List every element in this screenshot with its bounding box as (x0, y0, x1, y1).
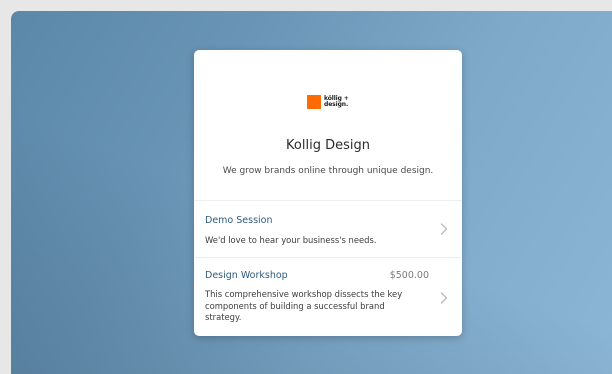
business-title: Kollig Design (286, 138, 370, 153)
chevron-right-icon (440, 292, 448, 304)
booking-card: köllig + design. Kollig Design We grow b… (194, 50, 462, 336)
service-price: $500.00 (389, 270, 429, 281)
service-description: This comprehensive workshop dissects the… (205, 289, 403, 322)
service-description: We'd love to hear your business's needs. (205, 235, 377, 245)
service-item-design-workshop[interactable]: Design Workshop $500.00 This comprehensi… (194, 258, 462, 336)
card-header: köllig + design. Kollig Design We grow b… (194, 50, 462, 201)
service-item-demo-session[interactable]: Demo Session We'd love to hear your busi… (194, 201, 462, 258)
brand-logo: köllig + design. (307, 94, 349, 109)
logo-square-icon (307, 94, 321, 109)
chevron-right-icon (440, 223, 448, 235)
service-name: Design Workshop (205, 270, 288, 281)
service-name: Demo Session (205, 215, 273, 226)
logo-line-2: design. (324, 100, 349, 108)
page-background: köllig + design. Kollig Design We grow b… (11, 11, 612, 374)
logo-wordmark: köllig + design. (324, 95, 349, 108)
business-tagline: We grow brands online through unique des… (222, 166, 434, 176)
